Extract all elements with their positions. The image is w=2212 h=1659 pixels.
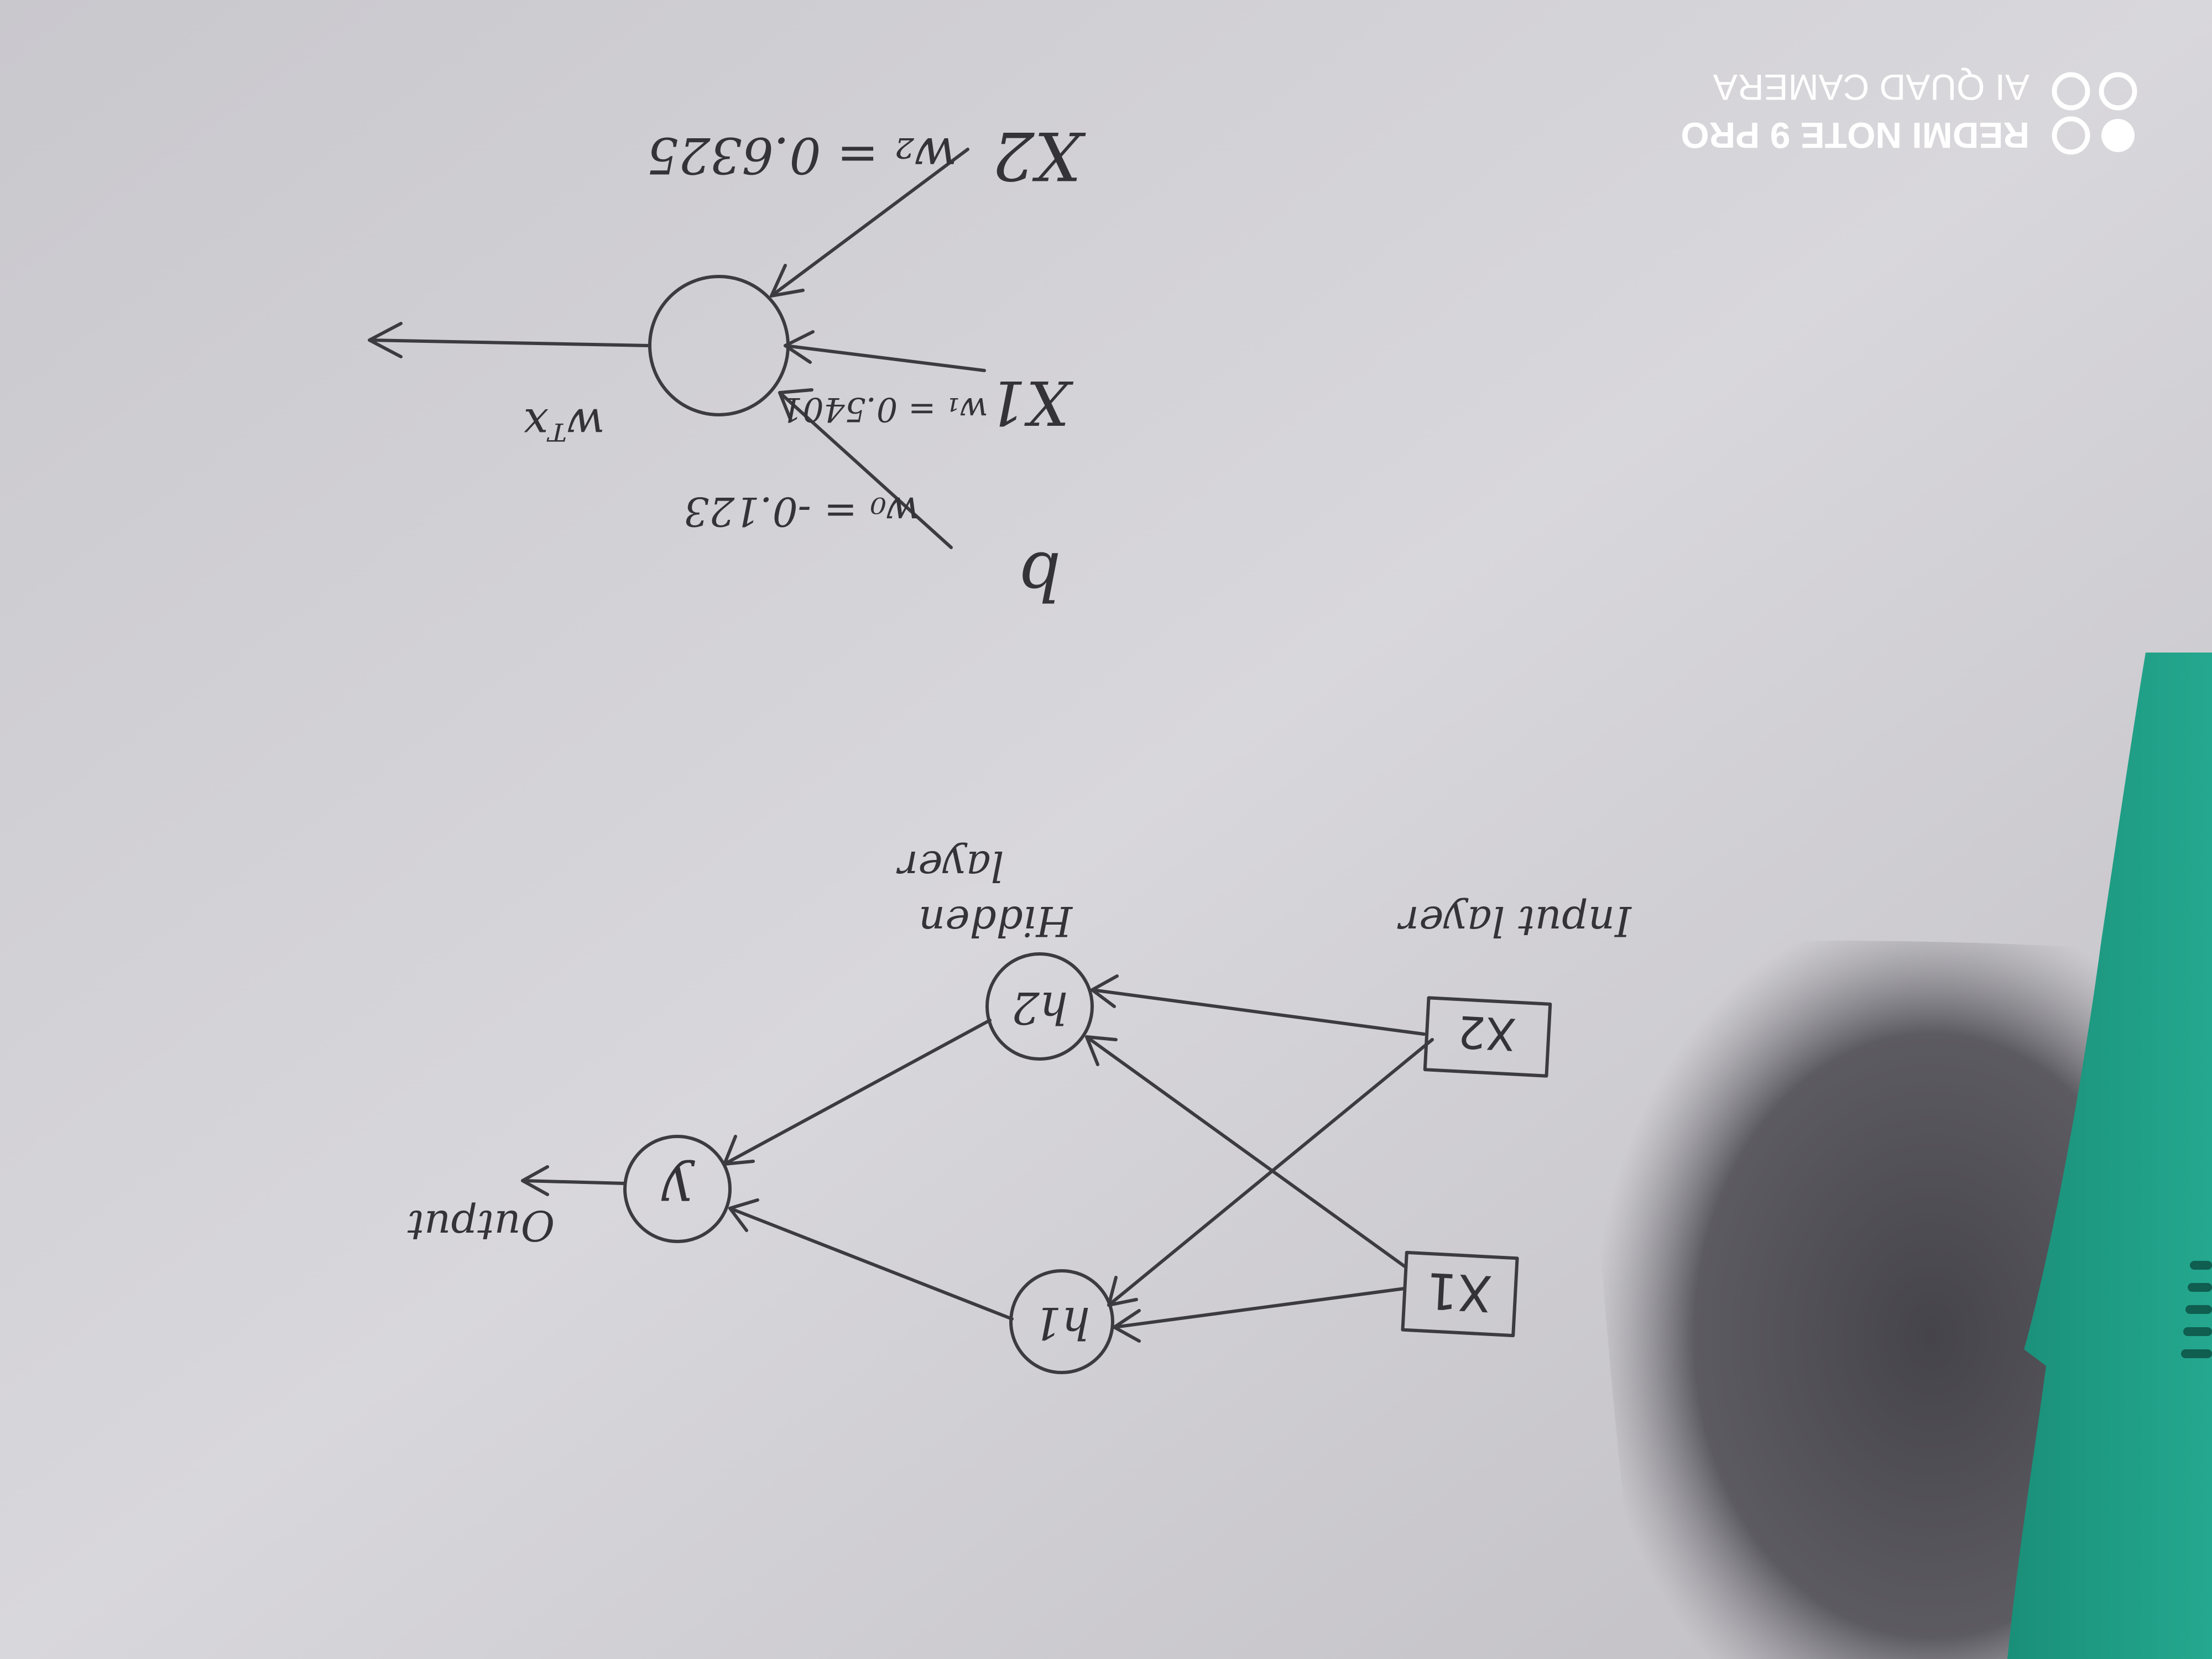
neuron-output-label: wᵀx [523, 399, 604, 450]
neuron-x1-label: X1 [988, 367, 1074, 438]
input-layer-label: Input layer [1397, 897, 1632, 946]
hidden-layer-label-line2: layer [896, 842, 1004, 890]
hidden-node-h1-label: h1 [1034, 1297, 1090, 1349]
neuron-x2-label: X2 [992, 117, 1086, 194]
neuron-bias-label: b [1019, 537, 1061, 614]
neuron-w2-label: w₂ = 0.6325 [647, 126, 957, 184]
hidden-node-h2-label: h2 [1011, 982, 1068, 1034]
neuron-w0-label: w₀ = -0.123 [684, 488, 920, 535]
input-node-x2-label: X2 [1456, 1005, 1517, 1060]
hidden-layer-label-line1: Hidden [919, 897, 1073, 946]
input-node-x1-label: X1 [1425, 1261, 1493, 1322]
output-node-y-label: y [661, 1159, 695, 1224]
watermark-line1: REDMI NOTE 9 PRO [1681, 115, 2030, 156]
watermark-line2: AI QUAD CAMERA [1713, 67, 2030, 108]
output-label: Output [407, 1201, 555, 1250]
neuron-w1-label: w₁ = 0.5401 [781, 390, 988, 429]
photo-scene: X1 X2 b w₁ = 0.5401 w₂ = 0.6325 w₀ = -0.… [0, 0, 2212, 1659]
